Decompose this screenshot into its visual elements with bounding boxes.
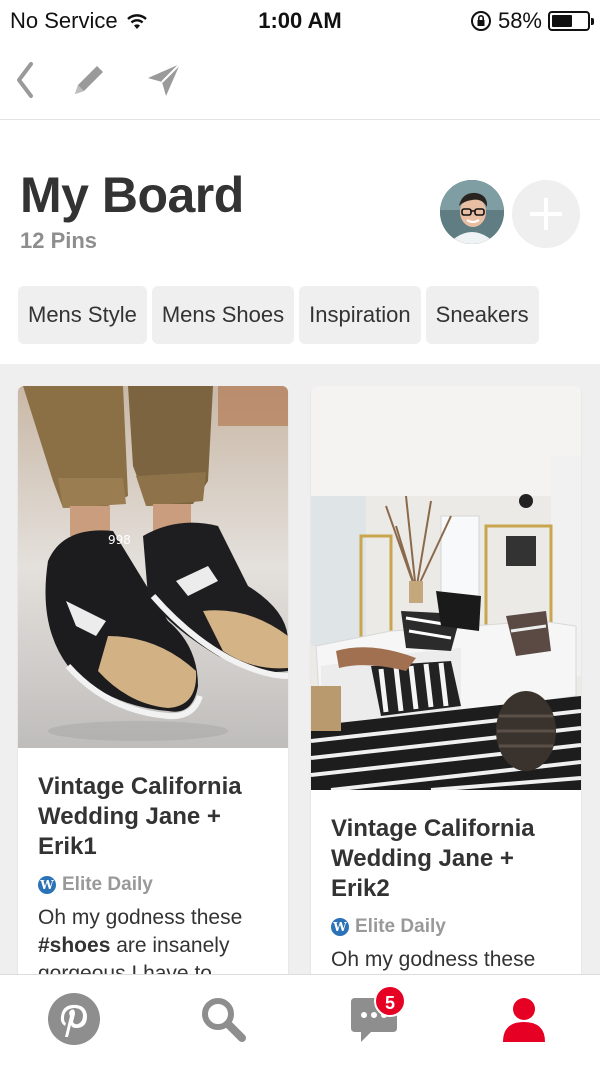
pin-source-name: Elite Daily [62,874,153,895]
svg-text:998: 998 [108,533,131,547]
battery-percent: 58% [497,8,542,33]
send-button[interactable] [142,58,186,102]
carrier-label: No Service [10,8,118,33]
wordpress-icon: W [331,918,349,936]
profile-icon [503,998,545,1042]
pin-title: Vintage California Wedding Jane + Erik1 [38,773,242,860]
pin-desc-text: Oh my godness these [331,948,536,971]
pin-title: Vintage California Wedding Jane + Erik2 [331,815,535,902]
pin-source[interactable]: W Elite Daily [331,916,563,938]
pinterest-home-icon [48,993,100,1045]
pin-count: 12 Pins [20,228,98,253]
section-chips: Mens Style Mens Shoes Inspiration Sneakers [18,286,600,344]
tab-messages[interactable]: 5 [344,985,406,1049]
status-bar: No Service 1:00 AM 58% [0,0,600,40]
pin-source-name: Elite Daily [355,916,446,937]
search-icon [202,998,246,1042]
pin-desc-text: Oh my godness these [38,906,243,929]
chip-inspiration[interactable]: Inspiration [299,286,421,344]
pin-description: Oh my godness these [331,946,563,974]
chip-sneakers[interactable]: Sneakers [425,286,539,344]
plus-icon [530,198,562,230]
battery-fill [552,15,572,27]
avatar[interactable] [440,180,504,244]
living-room-photo [311,386,581,790]
send-arrow-icon [148,63,181,96]
battery-icon [548,11,594,31]
tab-search[interactable] [193,989,253,1049]
pin-card[interactable]: 998 Vintage California Wedding Jane + Er… [18,386,288,974]
wordpress-icon: W [38,876,56,894]
chip-mens-style[interactable]: Mens Style [18,286,147,344]
back-chevron-icon [17,62,33,98]
pin-desc-hashtag[interactable]: #shoes [38,934,110,957]
pin-feed[interactable]: 998 Vintage California Wedding Jane + Er… [0,364,600,974]
board-title: My Board [20,167,244,223]
chip-mens-shoes[interactable]: Mens Shoes [151,286,295,344]
pin-description: Oh my godness these #shoes are insanely … [38,904,270,974]
pin-card-body: Vintage California Wedding Jane + Erik2 … [311,790,581,974]
top-toolbar [0,40,600,120]
pin-card[interactable]: Vintage California Wedding Jane + Erik2 … [311,386,581,974]
tab-profile[interactable] [494,989,554,1049]
wifi-icon [126,14,147,29]
edit-button[interactable] [67,58,111,102]
bottom-tab-bar: 5 [0,974,600,1065]
messages-badge: 5 [374,985,406,1017]
avatar-photo [440,180,504,244]
sneakers-photo: 998 [18,386,288,748]
pin-card-body: Vintage California Wedding Jane + Erik1 … [18,748,288,974]
tab-home[interactable] [44,989,104,1049]
status-left: No Service [10,8,148,34]
pencil-edit-icon [75,66,103,94]
status-right: 58% [470,8,594,34]
back-button[interactable] [4,58,48,102]
pin-source[interactable]: W Elite Daily [38,874,270,896]
add-pin-button[interactable] [512,180,580,248]
orientation-lock-icon [470,11,491,31]
